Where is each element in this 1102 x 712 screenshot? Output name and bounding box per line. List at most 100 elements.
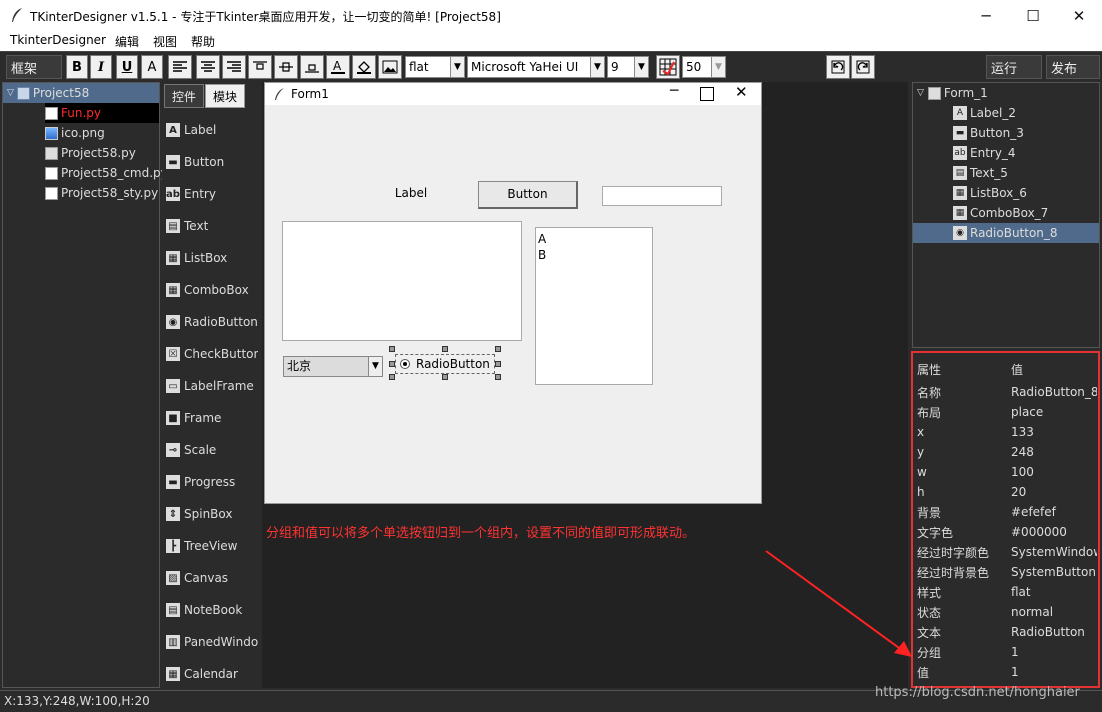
align-right-icon[interactable] (222, 55, 246, 79)
property-row[interactable]: 文字色 #000000 (917, 522, 1097, 542)
property-value[interactable]: normal (1011, 605, 1097, 619)
undo-icon[interactable] (826, 55, 850, 79)
property-value[interactable]: #efefef (1011, 505, 1097, 519)
tool-label[interactable]: A Label (166, 120, 258, 140)
radiobutton-widget[interactable]: RadioButton (395, 354, 495, 374)
tool-scale[interactable]: ⊸ Scale (166, 440, 258, 460)
resize-handle[interactable] (389, 346, 395, 352)
grid-toggle-icon[interactable] (656, 55, 680, 79)
tool-spinbox[interactable]: ⇕ SpinBox (166, 504, 258, 524)
property-row[interactable]: 经过时背景色 SystemButtonFace (917, 562, 1097, 582)
widget-tree-item[interactable]: A Label_2 (913, 103, 1099, 123)
property-value[interactable]: SystemButtonFace (1011, 565, 1097, 579)
widget-tree-item[interactable]: ◉ RadioButton_8 (913, 223, 1099, 243)
resize-handle[interactable] (389, 374, 395, 380)
property-row[interactable]: 样式 flat (917, 582, 1097, 602)
entry-widget[interactable] (602, 186, 722, 206)
tab-controls[interactable]: 控件 (164, 84, 204, 108)
font-color-icon[interactable]: A (326, 55, 350, 79)
property-value[interactable]: 1 (1011, 645, 1097, 659)
property-row[interactable]: 文本 RadioButton (917, 622, 1097, 642)
redo-icon[interactable] (851, 55, 875, 79)
menu-view[interactable]: 视图 (153, 33, 177, 50)
widget-tree-item[interactable]: ab Entry_4 (913, 143, 1099, 163)
tool-progress[interactable]: ▬ Progress (166, 472, 258, 492)
frame-selector[interactable]: 框架 (6, 55, 62, 79)
maximize-button[interactable]: ☐ (1010, 0, 1056, 31)
property-value[interactable]: place (1011, 405, 1097, 419)
underline-button[interactable]: U (116, 55, 138, 79)
background-image-icon[interactable] (378, 55, 402, 79)
align-bottom-icon[interactable] (300, 55, 324, 79)
property-value[interactable]: 100 (1011, 465, 1097, 479)
menu-edit[interactable]: 编辑 (115, 33, 139, 50)
property-value[interactable]: #000000 (1011, 525, 1097, 539)
property-value[interactable]: SystemWindowText (1011, 545, 1097, 559)
property-row[interactable]: w 100 (917, 462, 1097, 482)
list-item[interactable]: B (538, 247, 652, 263)
tool-notebook[interactable]: ▤ NoteBook (166, 600, 258, 620)
menu-help[interactable]: 帮助 (191, 33, 215, 50)
file-item-project[interactable]: Project58.py (45, 143, 136, 163)
property-value[interactable]: flat (1011, 585, 1097, 599)
tool-labelframe[interactable]: ▭ LabelFrame (166, 376, 258, 396)
fill-color-icon[interactable] (352, 55, 376, 79)
list-item[interactable]: A (538, 231, 652, 247)
tool-button[interactable]: ▬ Button (166, 152, 258, 172)
property-row[interactable]: 值1 (917, 662, 1097, 682)
tool-panedwindow[interactable]: ▥ PanedWindow (166, 632, 258, 652)
tool-radiobutton[interactable]: ◉ RadioButton (166, 312, 258, 332)
relief-select[interactable]: flat ▼ (405, 56, 465, 78)
property-row[interactable]: h 20 (917, 482, 1097, 502)
property-value[interactable]: 133 (1011, 425, 1097, 439)
text-style-button[interactable]: A (141, 55, 163, 79)
italic-button[interactable]: I (90, 55, 112, 79)
widget-tree-item[interactable]: ▦ ComboBox_7 (913, 203, 1099, 223)
form-preview[interactable]: Form1 ─ ✕ Label Button A B 北京 ▼ RadioBut… (264, 82, 762, 504)
combobox-widget[interactable]: 北京 ▼ (283, 356, 383, 377)
property-row[interactable]: y 248 (917, 442, 1097, 462)
button-widget[interactable]: Button (478, 181, 578, 209)
align-middle-icon[interactable] (274, 55, 298, 79)
property-row[interactable]: 布局 place (917, 402, 1097, 422)
font-select[interactable]: Microsoft YaHei UI ▼ (467, 56, 605, 78)
tool-listbox[interactable]: ▦ ListBox (166, 248, 258, 268)
align-left-icon[interactable] (168, 55, 192, 79)
property-row[interactable]: 分组 1 (917, 642, 1097, 662)
tool-combobox[interactable]: ▦ ComboBox (166, 280, 258, 300)
property-value[interactable]: RadioButton_8 (1011, 385, 1097, 399)
run-button[interactable]: 运行 (986, 55, 1042, 79)
property-row[interactable]: 状态 normal (917, 602, 1097, 622)
property-value[interactable]: 248 (1011, 445, 1097, 459)
tool-entry[interactable]: ab Entry (166, 184, 258, 204)
project-root[interactable]: ▽ Project58 (3, 83, 159, 103)
widget-tree-item[interactable]: ▤ Text_5 (913, 163, 1099, 183)
tool-text[interactable]: ▤ Text (166, 216, 258, 236)
widget-tree-root[interactable]: ▽ Form_1 (913, 83, 988, 103)
resize-handle[interactable] (495, 374, 501, 380)
property-row[interactable]: x 133 (917, 422, 1097, 442)
property-value[interactable]: 20 (1011, 485, 1097, 499)
property-row[interactable]: 经过时字颜色 SystemWindowText (917, 542, 1097, 562)
property-value[interactable]: RadioButton (1011, 625, 1097, 639)
resize-handle[interactable] (389, 361, 395, 367)
publish-button[interactable]: 发布 (1046, 55, 1100, 79)
tab-modules[interactable]: 模块 (205, 84, 245, 108)
file-item-sty[interactable]: Project58_sty.py (45, 183, 158, 203)
widget-tree-item[interactable]: ▬ Button_3 (913, 123, 1099, 143)
text-widget[interactable] (282, 221, 522, 341)
close-button[interactable]: ✕ (1056, 0, 1102, 31)
tool-calendar[interactable]: ▦ Calendar (166, 664, 258, 684)
minimize-button[interactable]: ─ (963, 0, 1009, 31)
align-top-icon[interactable] (248, 55, 272, 79)
tool-canvas[interactable]: ▨ Canvas (166, 568, 258, 588)
tool-frame[interactable]: ■ Frame (166, 408, 258, 428)
resize-handle[interactable] (442, 346, 448, 352)
label-widget[interactable]: Label (361, 183, 461, 203)
font-size-select[interactable]: 9 ▼ (607, 56, 649, 78)
file-item-cmd[interactable]: Project58_cmd.py (45, 163, 168, 183)
menu-tkinterdesigner[interactable]: TkinterDesigner (10, 33, 106, 47)
property-value[interactable]: 1 (1011, 665, 1097, 679)
listbox-widget[interactable]: A B (535, 227, 653, 385)
resize-handle[interactable] (495, 361, 501, 367)
